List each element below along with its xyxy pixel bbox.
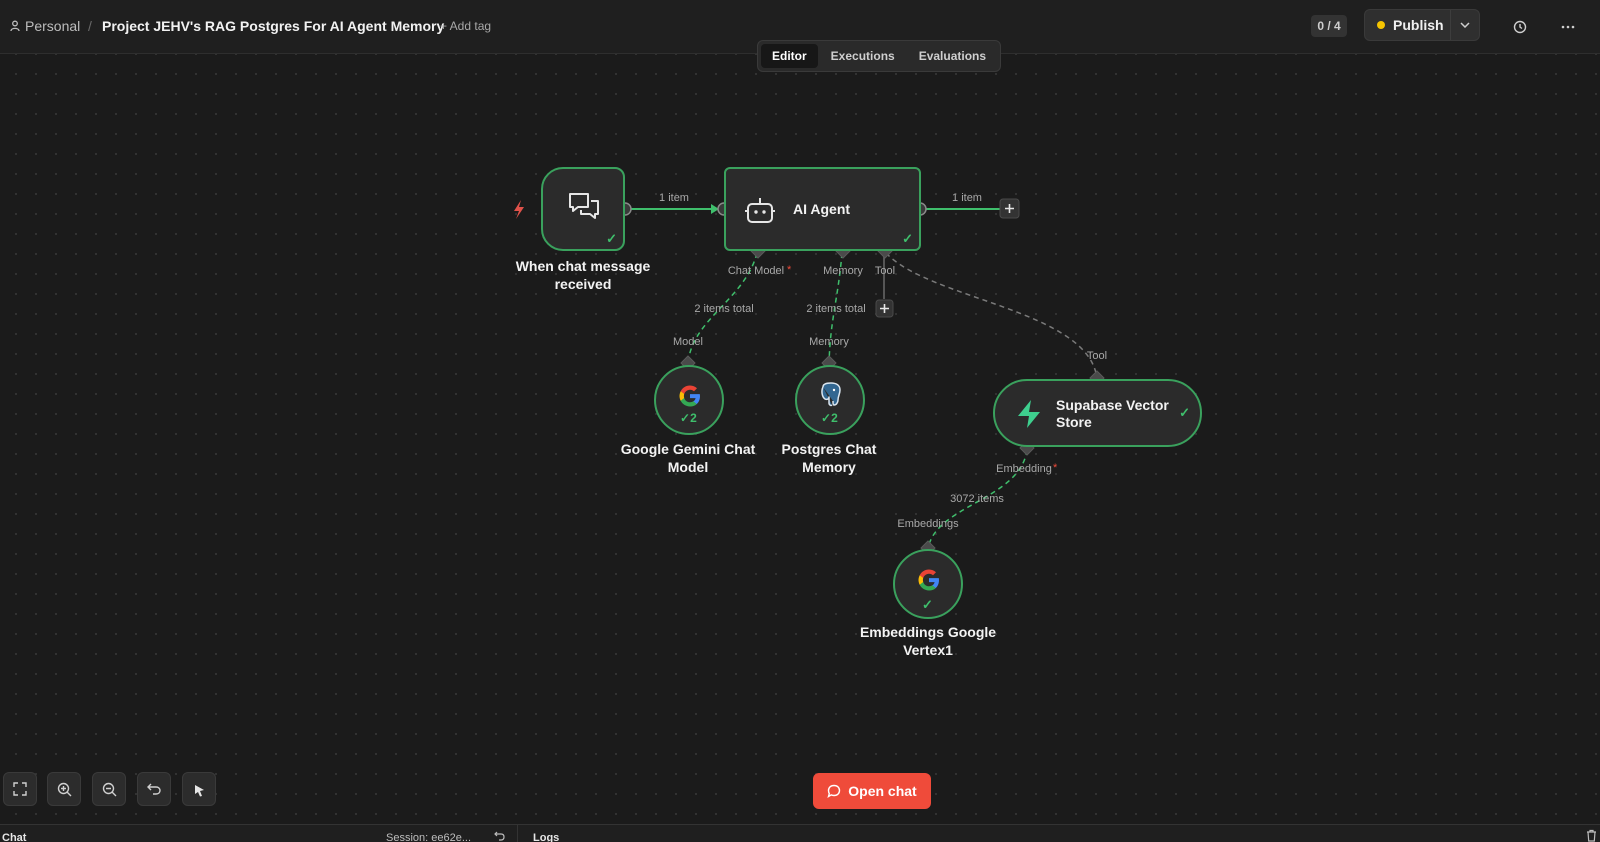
node-label-line: Google Gemini Chat — [620, 441, 756, 457]
edge-label-model-total: 2 items total — [694, 303, 753, 315]
open-chat-button[interactable]: Open chat — [813, 773, 931, 809]
panel-divider — [517, 825, 518, 842]
node-label-line: Supabase Vector — [1056, 397, 1169, 413]
add-tool-button[interactable] — [875, 299, 894, 318]
node-label-line: received — [554, 276, 612, 292]
node-label-line: Store — [1056, 414, 1092, 430]
node-label-line: Memory — [802, 459, 856, 475]
trash-icon[interactable] — [1586, 829, 1597, 842]
required-marker: * — [1053, 462, 1058, 474]
node-label-postgres-memory: Postgres Chat Memory — [749, 440, 909, 476]
zoom-out-icon — [102, 782, 116, 796]
port-label-tool: Tool — [875, 265, 895, 277]
port-label-memory-in: Memory — [809, 336, 849, 348]
connections-layer: 1 item 1 item 2 items total 2 items tota… — [514, 192, 1107, 556]
node-label-line: Model — [667, 459, 709, 475]
tidy-up-button[interactable] — [182, 772, 216, 806]
node-supabase-vector-store[interactable]: Supabase Vector Store ✓ — [993, 379, 1202, 447]
open-chat-label: Open chat — [848, 783, 917, 799]
undo-button[interactable] — [137, 772, 171, 806]
logs-panel-title: Logs — [533, 832, 560, 842]
edge-tool — [885, 252, 1098, 380]
node-label-ai-agent: AI Agent — [793, 201, 851, 217]
node-ai-agent[interactable]: AI Agent ✓ — [724, 167, 921, 251]
chat-bubbles-icon — [569, 193, 599, 219]
run-count: ✓2 — [680, 411, 697, 425]
magic-wand-icon — [194, 784, 204, 796]
node-label-line: Postgres Chat — [781, 441, 877, 457]
node-label-line: When chat message — [515, 258, 651, 274]
supabase-bolt-icon — [1018, 400, 1040, 428]
port-label-embedding: Embedding — [996, 463, 1052, 475]
port-label-chat-model: Chat Model — [728, 265, 784, 277]
bottom-panel: Chat Session: ee62e... Logs — [0, 824, 1600, 842]
node-label-chat-trigger: When chat message received — [503, 257, 663, 293]
edge-label-agent-out: 1 item — [952, 192, 982, 204]
node-google-gemini[interactable]: ✓2 — [654, 365, 724, 435]
workflow-editor: Personal / Project JEHV's RAG Postgres F… — [0, 0, 1600, 842]
chat-panel-title: Chat — [2, 832, 27, 842]
chat-bubble-icon — [827, 784, 841, 798]
fit-view-button[interactable] — [3, 772, 37, 806]
run-count-value: 2 — [690, 411, 697, 425]
zoom-out-button[interactable] — [92, 772, 126, 806]
success-check-icon: ✓ — [606, 231, 617, 246]
success-check-icon: ✓ — [902, 231, 913, 246]
session-id[interactable]: Session: ee62e... — [386, 832, 471, 842]
google-logo-icon — [918, 569, 939, 591]
node-postgres-memory[interactable]: ✓2 — [795, 365, 865, 435]
edge-label-trigger-agent: 1 item — [659, 192, 689, 204]
run-count-value: 2 — [831, 411, 838, 425]
postgres-elephant-icon — [821, 382, 841, 407]
node-chat-trigger[interactable]: ✓ — [541, 167, 625, 251]
required-marker: * — [787, 264, 792, 276]
node-label-embeddings: Embeddings Google Vertex1 — [848, 623, 1008, 659]
port-label-model-in: Model — [673, 336, 703, 348]
trigger-bolt-icon — [514, 200, 524, 219]
node-embeddings-google[interactable]: ✓ — [893, 549, 963, 619]
edge-label-embed-total: 3072 items — [950, 493, 1004, 505]
edge-label-memory-total: 2 items total — [806, 303, 865, 315]
node-label-line: Embeddings Google — [859, 624, 997, 640]
port-label-memory: Memory — [823, 265, 863, 277]
port-label-tool-in: Tool — [1087, 350, 1107, 362]
reset-session-icon[interactable] — [494, 831, 505, 841]
undo-icon — [147, 783, 161, 795]
zoom-in-button[interactable] — [47, 772, 81, 806]
node-label-line: Vertex1 — [903, 642, 953, 658]
add-node-button[interactable] — [999, 198, 1020, 219]
run-count: ✓2 — [821, 411, 838, 425]
node-label-supabase: Supabase Vector Store — [1056, 397, 1169, 431]
fullscreen-icon — [13, 782, 27, 796]
success-check-icon: ✓ — [922, 597, 933, 612]
node-label-google-gemini: Google Gemini Chat Model — [608, 440, 768, 476]
port-label-embeddings-in: Embeddings — [897, 518, 959, 530]
robot-icon — [745, 198, 775, 223]
google-logo-icon — [679, 385, 700, 407]
zoom-in-icon — [57, 782, 71, 796]
success-check-icon: ✓ — [1179, 405, 1190, 420]
